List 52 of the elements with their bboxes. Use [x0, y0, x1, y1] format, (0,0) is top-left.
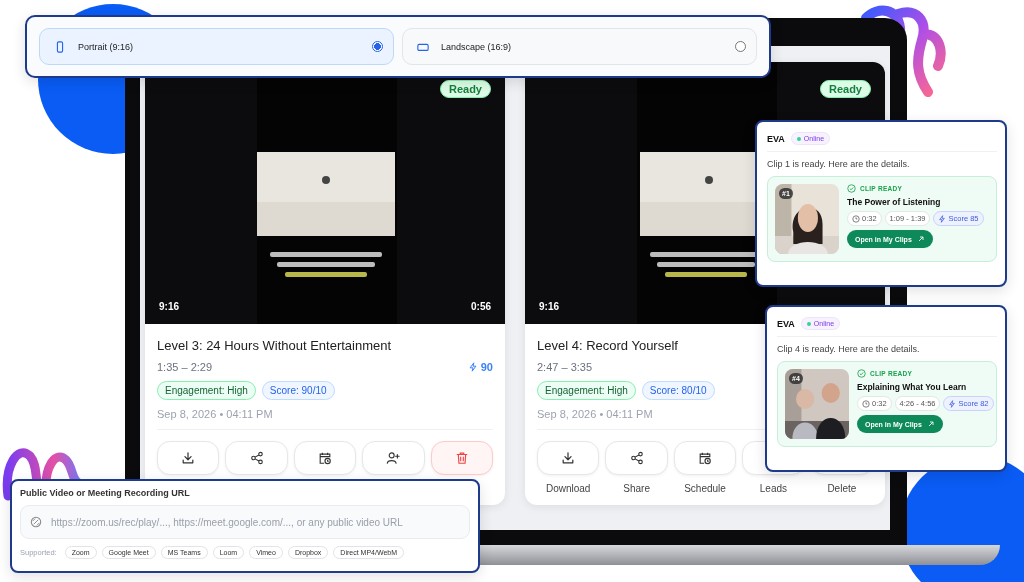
leads-button[interactable]	[362, 441, 425, 475]
schedule-button[interactable]	[673, 441, 737, 475]
clock-icon	[862, 399, 870, 408]
status-badge: Ready	[439, 80, 491, 98]
lightning-icon	[467, 362, 478, 372]
lightning-icon	[948, 399, 957, 408]
download-icon	[561, 451, 576, 465]
share-icon	[629, 451, 644, 465]
chat-message: Clip 4 is ready. Here are the details.	[777, 344, 921, 354]
clip-title: Level 4: Record Yourself	[537, 338, 678, 353]
calendar-clock-icon	[318, 451, 332, 465]
link-icon	[30, 516, 42, 528]
clip-title: Level 3: 24 Hours Without Entertainment	[157, 338, 392, 353]
share-button[interactable]	[605, 441, 668, 475]
external-arrow-icon	[926, 420, 935, 428]
check-circle-icon	[857, 369, 866, 378]
action-label: Download	[545, 483, 591, 494]
lightning-icon	[938, 214, 947, 223]
calendar-clock-icon	[698, 451, 712, 465]
url-field[interactable]: https://zoom.us/rec/play/..., https://meet.google.com/..., or any public video URL	[20, 505, 470, 539]
orientation-option[interactable]: Landscape (16:9)	[402, 28, 757, 65]
delete-button[interactable]	[430, 441, 494, 475]
aspect-label: 9:16	[159, 301, 179, 312]
download-icon	[181, 451, 196, 465]
action-label: Schedule	[684, 483, 726, 494]
download-button[interactable]	[537, 441, 600, 475]
time-range: 2:47 – 3:35	[537, 361, 593, 373]
score-value: 90	[480, 361, 493, 373]
schedule-button[interactable]	[293, 441, 357, 475]
tag: Engagement: High	[537, 381, 636, 400]
field-label: Public Video or Meeting Recording URL	[20, 488, 191, 498]
share-button[interactable]	[225, 441, 288, 475]
tag: Engagement: High	[157, 381, 256, 400]
trash-icon	[454, 451, 469, 465]
share-icon	[249, 451, 264, 465]
tag: Score: 90/10	[261, 381, 335, 400]
clip-title: Explaining What You Learn	[857, 382, 968, 392]
action-label: Leads	[759, 483, 788, 494]
date-label: Sep 8, 2026 • 04:11 PM	[157, 408, 274, 420]
add-user-icon	[386, 451, 401, 465]
action-label: Delete	[827, 483, 857, 494]
orientation-option[interactable]: Portrait (9:16)	[39, 28, 394, 65]
action-label: Share	[623, 483, 650, 494]
download-button[interactable]	[157, 441, 220, 475]
external-arrow-icon	[916, 235, 925, 243]
radio-button[interactable]	[735, 41, 746, 52]
tag: Score: 80/10	[641, 381, 715, 400]
time-range: 1:35 – 2:29	[157, 361, 213, 373]
radio-button[interactable]	[372, 41, 383, 52]
date-label: Sep 8, 2026 • 04:11 PM	[537, 408, 654, 420]
duration-label: 0:56	[471, 301, 491, 312]
phone-icon	[54, 40, 66, 53]
